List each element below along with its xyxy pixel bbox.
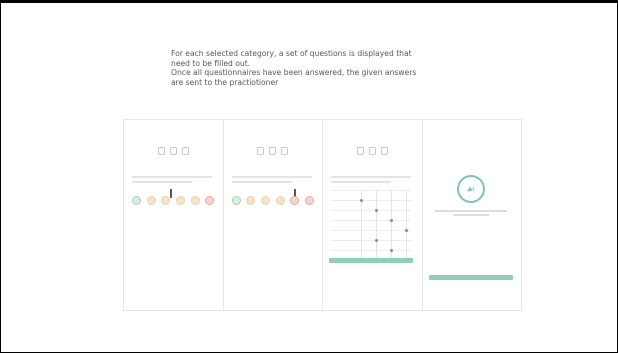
smiley-icon[interactable] [231,196,241,205]
finish-button[interactable] [428,275,513,280]
smiley-icon[interactable] [176,196,186,205]
grid-row [331,230,411,231]
smiley-icon[interactable] [161,196,171,205]
answer-radio[interactable] [390,249,393,252]
questionnaire-grid-screen [323,120,423,310]
smiley-icon[interactable] [275,196,285,205]
questionnaire-screen-1 [124,120,224,310]
top-border [1,1,617,3]
questionnaire-screen-2 [223,120,323,310]
answer-radio[interactable] [375,239,378,242]
smiley-icon[interactable] [190,196,200,205]
practitioner-logo-icon: ☙ [456,175,485,203]
smiley-icon[interactable] [146,196,156,205]
grid-row [331,200,411,201]
question-line [132,181,192,183]
grid-row [331,220,411,221]
app-screens-illustration: ☙ [123,119,522,311]
smiley-icon[interactable] [260,196,270,205]
question-line [331,176,411,178]
description-line-2: need to be filled out. [171,58,251,68]
question-line [231,176,312,178]
grid-column [406,190,407,260]
smiley-scale [132,196,215,205]
answer-radio[interactable] [390,219,393,222]
answer-radio[interactable] [405,229,408,232]
grid-row [331,250,411,251]
category-icons [224,147,323,155]
category-icon [281,147,289,155]
grid-row [331,210,411,211]
description-text: For each selected category, a set of que… [171,49,501,87]
question-line [132,176,212,178]
confirmation-line [452,214,489,216]
category-icon [356,147,364,155]
description-line-3: Once all questionnaires have been answer… [171,68,417,77]
category-icon [269,147,277,155]
category-icon [257,147,265,155]
logo-glyph: ☙ [465,182,476,196]
smiley-icon[interactable] [304,196,314,205]
confirmation-screen: ☙ [422,120,521,310]
submit-button[interactable] [329,258,413,263]
category-icon [368,147,376,155]
smiley-icon[interactable] [290,196,300,205]
category-icon [181,147,189,155]
category-icon [169,147,177,155]
category-icon [380,147,388,155]
grid-column [376,190,377,260]
answer-radio[interactable] [375,209,378,212]
confirmation-line [434,210,507,212]
description-line-4: are sent to the practiotioner [171,77,279,87]
screenshot-frame: For each selected category, a set of que… [0,0,618,353]
category-icons [124,147,223,155]
category-icons [323,147,422,155]
smiley-scale [231,196,315,205]
smiley-icon[interactable] [246,196,256,205]
answer-radio[interactable] [360,199,363,202]
question-line [331,181,391,183]
question-line [231,181,292,183]
smiley-icon[interactable] [205,196,215,205]
description-line-1: For each selected category, a set of que… [171,49,412,58]
category-icon [157,147,165,155]
grid-row [331,240,411,241]
grid-row [331,190,411,191]
answer-grid [331,190,411,260]
smiley-icon[interactable] [132,196,141,205]
